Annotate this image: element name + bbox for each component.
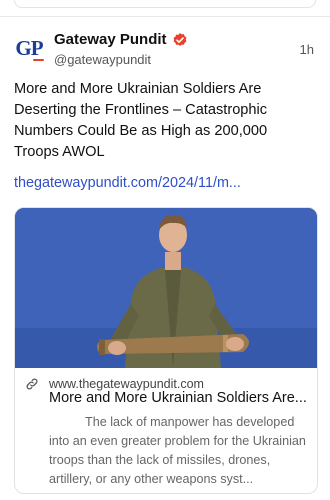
link-domain: www.thegatewaypundit.com: [49, 377, 204, 391]
link-title: More and More Ukrainian Soldiers Are...: [49, 390, 307, 406]
author-row: Gateway Pundit: [54, 31, 188, 48]
post-link[interactable]: thegatewaypundit.com/2024/11/m...: [14, 175, 241, 191]
link-description: The lack of manpower has developed into …: [49, 415, 306, 486]
link-domain-row: www.thegatewaypundit.com: [25, 377, 204, 391]
author-name[interactable]: Gateway Pundit: [54, 31, 167, 48]
author-handle[interactable]: @gatewaypundit: [54, 52, 151, 67]
link-preview-image[interactable]: [15, 208, 317, 368]
link-preview-card[interactable]: www.thegatewaypundit.com More and More U…: [14, 207, 318, 494]
soldier-photo: [15, 208, 317, 368]
link-icon: [26, 378, 38, 390]
post-timestamp[interactable]: 1h: [300, 42, 314, 57]
previous-post-card: [14, 0, 316, 8]
avatar-logo-text: GP: [15, 35, 43, 60]
avatar[interactable]: GP: [14, 33, 44, 63]
post-divider: [0, 16, 330, 17]
post-text: More and More Ukrainian Soldiers Are Des…: [14, 81, 268, 160]
verified-badge-icon: [173, 32, 186, 46]
